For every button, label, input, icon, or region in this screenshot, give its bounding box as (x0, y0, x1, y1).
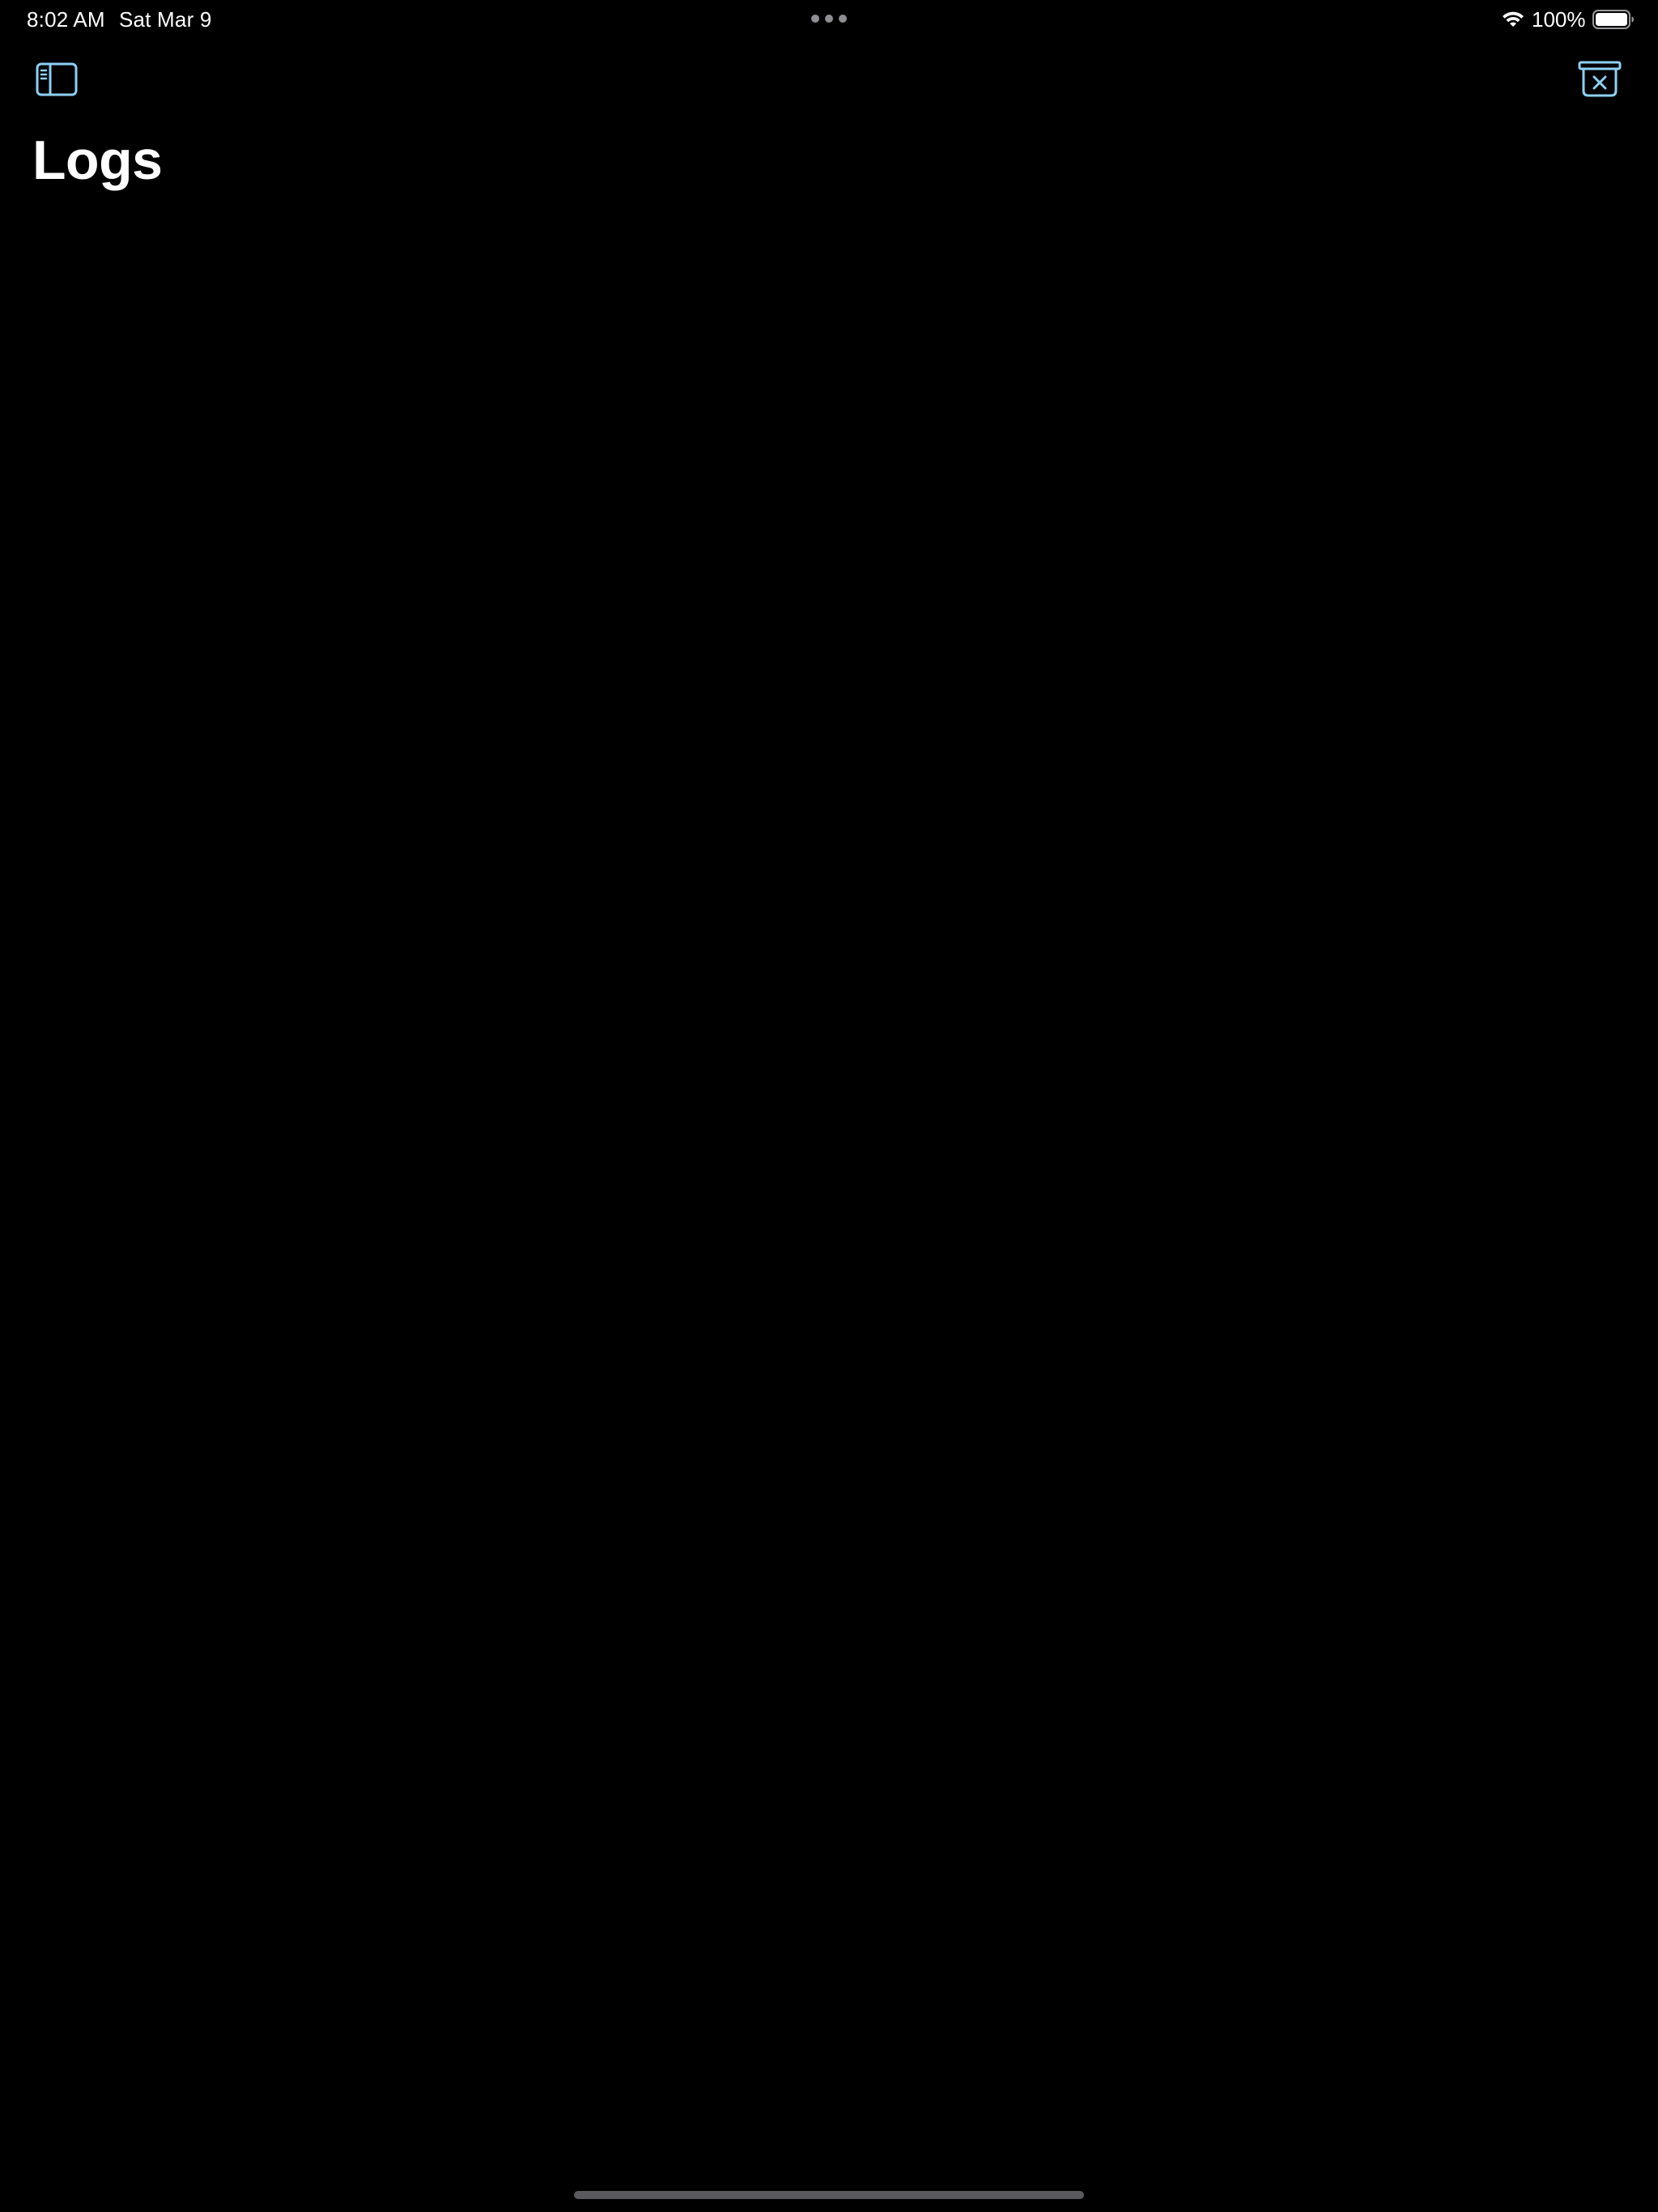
status-bar: 8:02 AM Sat Mar 9 100% (0, 0, 1658, 39)
status-date: Sat Mar 9 (119, 7, 212, 32)
home-indicator[interactable] (574, 2191, 1084, 2199)
sidebar-toggle-icon (36, 62, 78, 96)
battery-icon (1592, 10, 1634, 29)
wifi-icon (1503, 11, 1524, 27)
page-title: Logs (32, 130, 163, 191)
sidebar-toggle-button[interactable] (31, 53, 83, 105)
multitask-dots-icon[interactable] (811, 14, 847, 23)
clear-logs-icon (1578, 61, 1622, 97)
status-time: 8:02 AM (27, 7, 105, 32)
clear-logs-button[interactable] (1574, 53, 1626, 105)
logs-list[interactable] (0, 211, 1658, 2154)
battery-percentage: 100% (1532, 7, 1586, 32)
